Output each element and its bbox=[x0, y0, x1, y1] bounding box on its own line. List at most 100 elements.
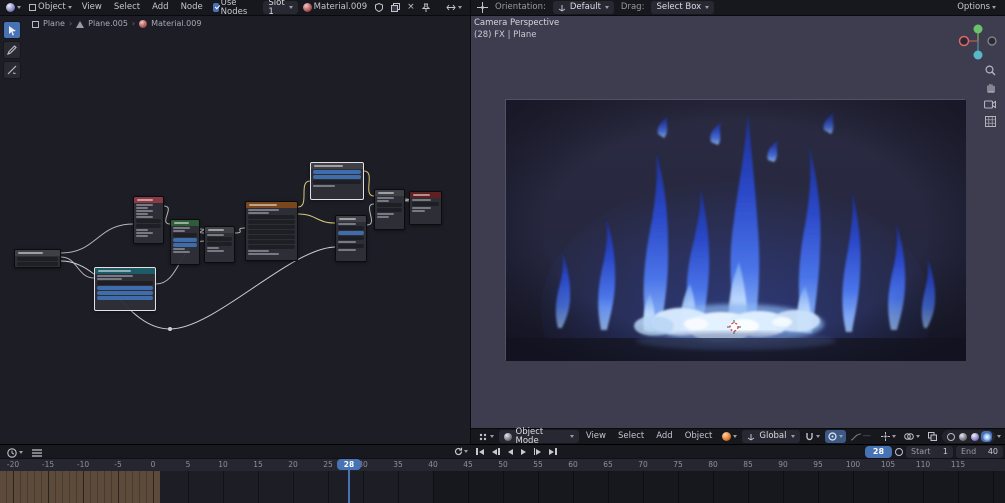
node-row[interactable] bbox=[97, 275, 133, 277]
shader-node[interactable] bbox=[14, 249, 61, 268]
node-row[interactable] bbox=[412, 210, 426, 212]
orientation-dropdown[interactable]: Default bbox=[552, 1, 614, 14]
shader-node[interactable] bbox=[170, 219, 200, 265]
timeline-ruler[interactable]: -20 -15 -10 -5 0 5 10 15 20 25 30 35 40 45 50 55 60 65 70 7… bbox=[0, 459, 1005, 471]
node-row[interactable] bbox=[173, 248, 185, 250]
node-row[interactable] bbox=[377, 200, 390, 202]
annotate-tool-button[interactable] bbox=[3, 41, 21, 59]
menu-add[interactable]: Add bbox=[651, 432, 677, 441]
shading-material-button[interactable] bbox=[969, 431, 980, 442]
frame-end-field[interactable]: End 40 bbox=[956, 446, 1003, 458]
node-row[interactable] bbox=[97, 281, 153, 285]
node-row[interactable] bbox=[248, 235, 295, 239]
frame-start-field[interactable]: Start 1 bbox=[906, 446, 953, 458]
node-row[interactable] bbox=[97, 296, 153, 300]
playback-sync-button[interactable] bbox=[452, 446, 470, 457]
shading-rendered-button[interactable] bbox=[981, 431, 992, 442]
zoom-button[interactable] bbox=[984, 64, 996, 76]
menu-select[interactable]: Select bbox=[613, 432, 649, 441]
shader-node[interactable] bbox=[310, 162, 364, 200]
next-keyframe-button[interactable] bbox=[532, 447, 544, 456]
node-row[interactable] bbox=[207, 237, 232, 241]
node-header[interactable] bbox=[15, 250, 60, 256]
node-row[interactable] bbox=[173, 233, 197, 237]
node-header[interactable] bbox=[311, 163, 363, 169]
current-frame-field[interactable]: 28 bbox=[865, 446, 892, 458]
node-row[interactable] bbox=[377, 213, 395, 215]
menu-object[interactable]: Object bbox=[680, 432, 718, 441]
node-row[interactable] bbox=[313, 175, 361, 179]
menu-select[interactable]: Select bbox=[109, 3, 145, 12]
menu-node[interactable]: Node bbox=[176, 3, 208, 12]
node-row[interactable] bbox=[338, 241, 356, 243]
camera-view[interactable] bbox=[505, 99, 966, 428]
play-reverse-button[interactable] bbox=[506, 448, 515, 456]
pan-button[interactable] bbox=[984, 81, 996, 93]
toggle-ortho-button[interactable] bbox=[984, 115, 996, 127]
timeline-tracks[interactable] bbox=[0, 471, 1005, 503]
node-row[interactable] bbox=[377, 197, 395, 199]
overlays-dropdown[interactable] bbox=[901, 430, 923, 443]
menu-view[interactable]: View bbox=[77, 3, 107, 12]
pivot-point-dropdown[interactable] bbox=[719, 430, 740, 443]
node-row[interactable] bbox=[136, 219, 161, 223]
shading-wireframe-button[interactable] bbox=[945, 431, 956, 442]
node-row[interactable] bbox=[248, 250, 270, 252]
node-row[interactable] bbox=[136, 229, 149, 231]
show-gizmo-dropdown[interactable] bbox=[878, 430, 899, 443]
node-row[interactable] bbox=[136, 210, 154, 212]
xray-toggle[interactable] bbox=[925, 430, 940, 443]
gizmo-y-axis[interactable] bbox=[973, 24, 983, 34]
jump-to-start-button[interactable] bbox=[474, 447, 486, 456]
jump-to-end-button[interactable] bbox=[547, 447, 559, 456]
node-row[interactable] bbox=[248, 240, 295, 244]
material-datablock[interactable]: Material.009 bbox=[300, 1, 370, 14]
node-row[interactable] bbox=[248, 225, 295, 229]
node-row[interactable] bbox=[248, 245, 295, 249]
slot-dropdown[interactable]: Slot 1 bbox=[263, 0, 298, 16]
node-row[interactable] bbox=[338, 244, 364, 248]
node-row[interactable] bbox=[248, 209, 279, 211]
prev-keyframe-button[interactable] bbox=[490, 447, 502, 456]
node-header[interactable] bbox=[375, 190, 404, 196]
node-row[interactable] bbox=[207, 247, 220, 249]
links-cut-tool-button[interactable] bbox=[3, 61, 21, 79]
gizmo-z-axis[interactable] bbox=[973, 50, 983, 60]
shader-node[interactable] bbox=[245, 201, 298, 261]
node-row[interactable] bbox=[248, 212, 270, 214]
editor-type-button[interactable] bbox=[3, 1, 24, 14]
options-button[interactable]: Options bbox=[954, 1, 999, 14]
chevron-down-icon[interactable] bbox=[997, 435, 1001, 438]
node-row[interactable] bbox=[173, 238, 197, 242]
node-row[interactable] bbox=[17, 262, 58, 266]
hamburger-menu-icon[interactable] bbox=[32, 448, 42, 457]
node-header[interactable] bbox=[95, 268, 155, 274]
node-row[interactable] bbox=[173, 227, 190, 229]
editor-type-button[interactable] bbox=[4, 446, 26, 459]
node-row[interactable] bbox=[412, 202, 439, 206]
node-row[interactable] bbox=[136, 213, 149, 215]
falloff-dropdown[interactable]: — bbox=[848, 430, 875, 443]
gizmo-minus-x-axis[interactable] bbox=[987, 36, 997, 46]
new-material-button[interactable] bbox=[388, 1, 403, 14]
node-row[interactable] bbox=[207, 250, 225, 252]
node-row[interactable] bbox=[173, 251, 190, 253]
navigation-gizmo[interactable] bbox=[958, 21, 998, 61]
menu-add[interactable]: Add bbox=[147, 3, 173, 12]
use-nodes-checkbox[interactable]: Use Nodes bbox=[210, 0, 254, 16]
node-header[interactable] bbox=[246, 202, 297, 208]
node-row[interactable] bbox=[136, 204, 154, 206]
node-row[interactable] bbox=[136, 235, 149, 237]
node-row[interactable] bbox=[313, 185, 335, 187]
node-row[interactable] bbox=[207, 234, 225, 236]
node-row[interactable] bbox=[377, 216, 390, 218]
node-row[interactable] bbox=[248, 230, 295, 234]
shader-node[interactable] bbox=[374, 189, 405, 230]
node-row[interactable] bbox=[338, 231, 364, 235]
auto-keying-toggle[interactable] bbox=[895, 448, 903, 456]
mode-dropdown[interactable]: Object Mode bbox=[499, 428, 579, 445]
gizmo-x-axis[interactable] bbox=[958, 35, 970, 47]
node-row[interactable] bbox=[97, 278, 123, 280]
fake-user-button[interactable] bbox=[372, 1, 386, 14]
node-row[interactable] bbox=[207, 242, 232, 246]
